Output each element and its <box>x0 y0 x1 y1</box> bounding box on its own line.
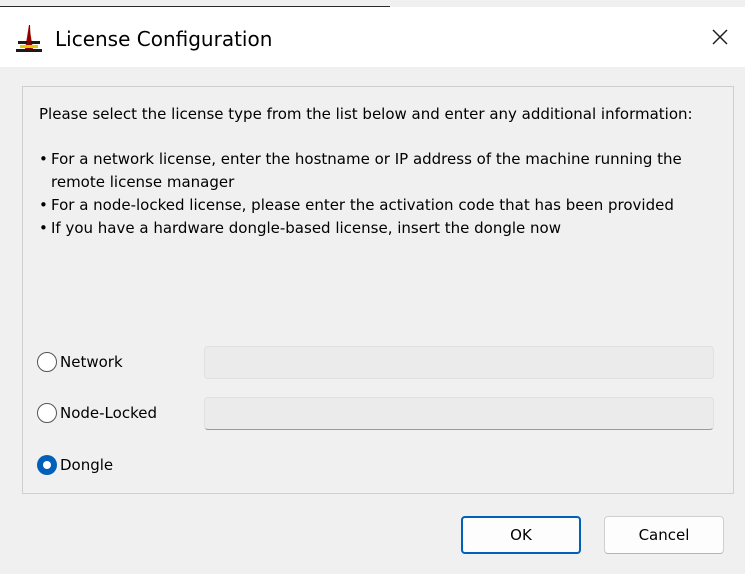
instruction-network: For a network license, enter the hostnam… <box>39 148 719 194</box>
network-radio[interactable] <box>37 352 57 372</box>
license-dialog: License Configuration Please select the … <box>0 0 745 574</box>
window-title: License Configuration <box>55 27 273 51</box>
instruction-dongle: If you have a hardware dongle-based lice… <box>39 217 719 240</box>
instructions-list: For a network license, enter the hostnam… <box>39 148 719 240</box>
network-label[interactable]: Network <box>60 353 123 371</box>
license-app-icon <box>14 23 44 53</box>
dongle-radio[interactable] <box>37 455 57 475</box>
instructions: Please select the license type from the … <box>39 103 719 240</box>
activation-code-input[interactable] <box>204 397 714 430</box>
network-option[interactable]: Network <box>37 347 123 377</box>
dongle-option[interactable]: Dongle <box>37 450 113 480</box>
cancel-button[interactable]: Cancel <box>604 516 724 554</box>
title-bar[interactable]: License Configuration <box>0 7 745 67</box>
node-locked-radio[interactable] <box>37 403 57 423</box>
ok-button[interactable]: OK <box>461 516 581 554</box>
node-locked-label[interactable]: Node-Locked <box>60 404 157 422</box>
network-hostname-input[interactable] <box>204 346 714 379</box>
node-locked-option[interactable]: Node-Locked <box>37 398 157 428</box>
dongle-label[interactable]: Dongle <box>60 456 113 474</box>
instructions-intro: Please select the license type from the … <box>39 105 693 123</box>
instruction-node-locked: For a node-locked license, please enter … <box>39 194 719 217</box>
close-button[interactable] <box>695 7 745 67</box>
close-icon <box>711 28 729 46</box>
